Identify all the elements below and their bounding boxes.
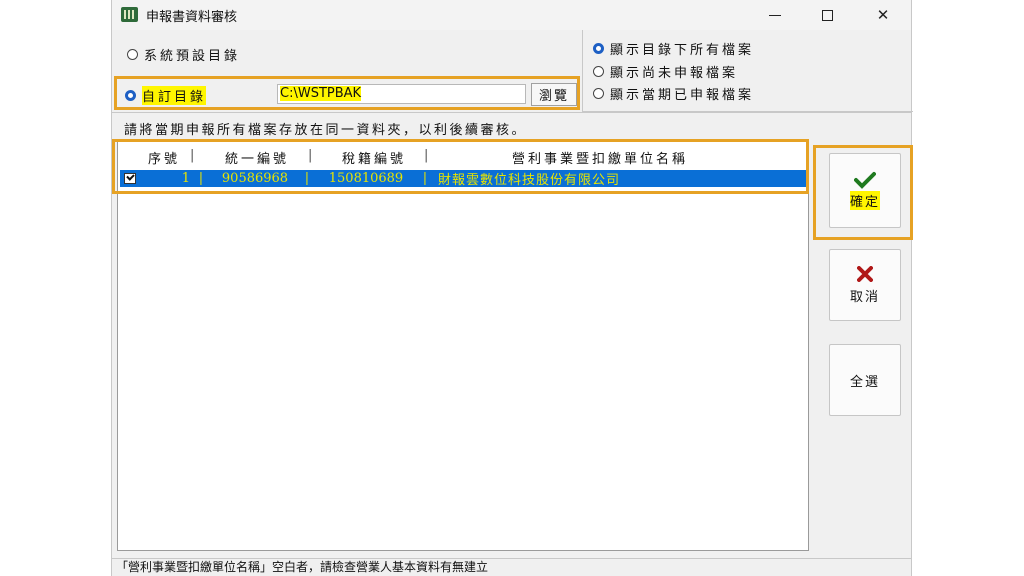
- row-tax-no: 150810689: [328, 171, 404, 186]
- radio-default-dir[interactable]: 系統預設目錄: [127, 45, 240, 64]
- table-row[interactable]: 1 | 90586968 | 150810689 | 財報雲數位科技股份有限公司: [120, 170, 806, 188]
- row-seq: 1: [181, 171, 190, 186]
- radio-show-unfiled-icon: [593, 66, 604, 77]
- custom-dir-path-input[interactable]: C:\WSTPBAK: [277, 84, 526, 104]
- file-list-panel[interactable]: [117, 141, 809, 551]
- minimize-button[interactable]: [752, 0, 798, 30]
- title-bar: 申報書資料審核 ✕: [112, 0, 911, 30]
- radio-show-all-files[interactable]: 顯示目錄下所有檔案: [593, 39, 754, 58]
- header-seq: 序號: [147, 152, 180, 167]
- radio-show-unfiled[interactable]: 顯示尚未申報檔案: [593, 62, 738, 81]
- cancel-label: 取消: [849, 289, 880, 305]
- header-tax-no: 稅籍編號: [341, 152, 406, 167]
- radio-show-filed-label: 顯示當期已申報檔案: [610, 88, 755, 103]
- radio-default-dir-icon: [127, 49, 138, 60]
- file-filter-group: 顯示目錄下所有檔案 顯示尚未申報檔案 顯示當期已申報檔案: [582, 30, 913, 112]
- close-icon: ✕: [876, 6, 890, 24]
- app-icon: [121, 7, 138, 22]
- radio-custom-dir-icon: [125, 90, 136, 101]
- radio-show-all-icon: [593, 43, 604, 54]
- select-all-label: 全選: [849, 374, 880, 390]
- radio-default-dir-label: 系統預設目錄: [144, 49, 241, 64]
- section-divider: [112, 112, 911, 113]
- row-checkbox[interactable]: [124, 173, 136, 184]
- dialog-window: 申報書資料審核 ✕ 系統預設目錄 自訂目錄 C:\WSTPBAK 瀏覽 顯示目錄…: [111, 0, 913, 576]
- header-unified-no: 統一編號: [224, 152, 289, 167]
- row-unified-no: 90586968: [221, 171, 289, 186]
- maximize-button[interactable]: [804, 0, 850, 30]
- header-name: 營利事業暨扣繳單位名稱: [511, 152, 688, 167]
- radio-show-filed[interactable]: 顯示當期已申報檔案: [593, 84, 754, 103]
- instruction-text: 請將當期申報所有檔案存放在同一資料夾，以利後續審核。: [124, 123, 528, 138]
- radio-custom-dir-label: 自訂目錄: [142, 86, 207, 105]
- check-icon: [854, 172, 876, 189]
- close-button[interactable]: ✕: [860, 0, 906, 30]
- list-header: 序號 | 統一編號 | 稅籍編號 | 營利事業暨扣繳單位名稱: [120, 148, 804, 167]
- radio-custom-dir[interactable]: 自訂目錄: [125, 86, 207, 105]
- browse-button[interactable]: 瀏覽: [531, 83, 577, 106]
- minimize-icon: [769, 14, 781, 16]
- x-icon: [857, 265, 873, 282]
- row-name: 財報雲數位科技股份有限公司: [438, 173, 621, 188]
- radio-show-filed-icon: [593, 88, 604, 99]
- cancel-button[interactable]: 取消: [829, 249, 901, 321]
- radio-show-unfiled-label: 顯示尚未申報檔案: [610, 66, 739, 81]
- status-bar: 「營利事業暨扣繳單位名稱」空白者，請檢查營業人基本資料有無建立: [112, 558, 911, 576]
- radio-show-all-label: 顯示目錄下所有檔案: [610, 43, 755, 58]
- confirm-button[interactable]: 確定: [829, 153, 901, 228]
- select-all-button[interactable]: 全選: [829, 344, 901, 416]
- maximize-icon: [821, 9, 833, 21]
- window-title: 申報書資料審核: [146, 10, 238, 25]
- custom-dir-path-value: C:\WSTPBAK: [280, 86, 362, 101]
- confirm-label: 確定: [849, 191, 880, 210]
